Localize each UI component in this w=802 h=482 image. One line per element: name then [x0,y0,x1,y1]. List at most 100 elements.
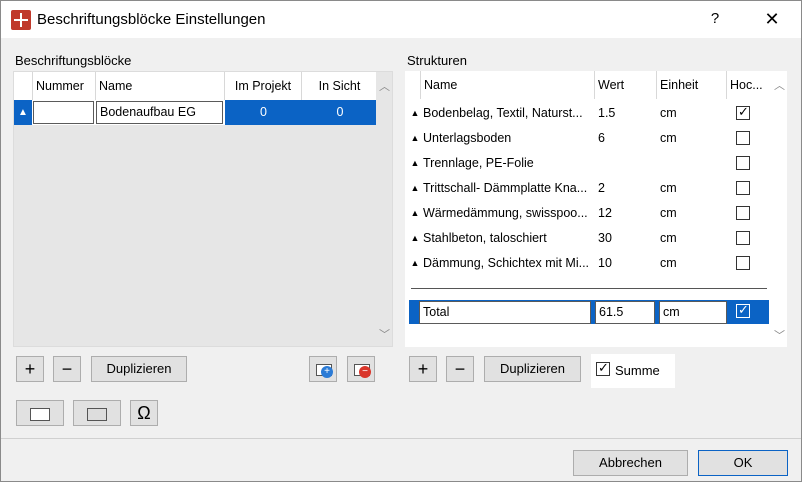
reorder-arrows-icon[interactable]: ▲ [409,151,421,176]
remove-folder-button[interactable]: − [347,356,375,382]
app-logo-icon [11,10,31,30]
column-header-hochgestellt[interactable]: Hoc... [727,71,769,99]
list-item[interactable]: ▲ Stahlbeton, taloschiert 30 cm [405,226,769,251]
cancel-button[interactable]: Abbrechen [573,450,688,476]
plus-badge-icon: + [321,366,333,378]
total-divider [411,288,767,289]
structure-name: Trennlage, PE-Folie [423,156,534,170]
total-row[interactable]: Total 61.5 cm [409,300,769,324]
reorder-arrows-icon[interactable]: ▲ [409,126,421,151]
column-header-in-sicht[interactable]: In Sicht [302,72,378,100]
structure-name: Unterlagsboden [423,131,512,145]
structure-name: Stahlbeton, taloschiert [423,231,547,245]
hochgestellt-checkbox[interactable] [736,231,750,245]
hochgestellt-checkbox[interactable] [736,104,750,120]
title-bar: Beschriftungsblöcke Einstellungen ? ✕ [1,1,801,38]
summe-label: Summe [615,363,660,378]
structure-wert: 2 [598,181,605,195]
summe-toggle[interactable]: Summe [591,354,675,388]
sort-arrows-icon[interactable]: ▲ [14,100,32,125]
list-item[interactable]: ▲ Trittschall- Dämmplatte Kna... 2 cm [405,176,769,201]
scroll-down-icon[interactable]: ﹀ [379,326,390,342]
duplicate-structure-button[interactable]: Duplizieren [484,356,581,382]
scroll-up-icon[interactable]: ︿ [379,78,390,94]
total-wert-field[interactable]: 61.5 [595,301,655,324]
remove-block-button[interactable]: − [53,356,81,382]
summe-checkbox[interactable] [596,360,610,376]
reorder-arrows-icon[interactable]: ▲ [409,176,421,201]
hochgestellt-checkbox[interactable] [736,131,750,145]
beschriftungsbloecke-grid[interactable]: Nummer Name Im Projekt In Sicht ▲ Bodena… [13,71,393,347]
structure-wert: 10 [598,256,612,270]
scroll-up-icon[interactable]: ︿ [774,77,785,93]
nummer-cell[interactable] [33,101,94,124]
header-corner [405,71,421,99]
table-row[interactable]: ▲ Bodenaufbau EG 0 0 [14,100,378,125]
reorder-arrows-icon[interactable]: ▲ [409,251,421,276]
dialog-window: Beschriftungsblöcke Einstellungen ? ✕ Be… [0,0,802,482]
duplicate-block-button[interactable]: Duplizieren [91,356,187,382]
list-item[interactable]: ▲ Dämmung, Schichtex mit Mi... 10 cm [405,251,769,276]
open-folder-icon [30,408,50,421]
list-item[interactable]: ▲ Wärmedämmung, swisspoo... 12 cm [405,201,769,226]
add-block-button[interactable]: + [16,356,44,382]
import-folder-button[interactable]: + [309,356,337,382]
list-item[interactable]: ▲ Bodenbelag, Textil, Naturst... 1.5 cm [405,101,769,126]
list-item[interactable]: ▲ Unterlagsboden 6 cm [405,126,769,151]
column-header-name[interactable]: Name [96,72,225,100]
ok-button[interactable]: OK [698,450,788,476]
structure-einheit: cm [660,106,677,120]
reorder-arrows-icon[interactable]: ▲ [409,101,421,126]
structure-einheit: cm [660,256,677,270]
close-button[interactable]: ✕ [757,5,787,33]
structure-wert: 30 [598,231,612,245]
total-hochgestellt-checkbox[interactable] [736,302,750,318]
save-disk-icon [87,408,107,421]
structure-einheit: cm [660,231,677,245]
remove-structure-button[interactable]: − [446,356,474,382]
hochgestellt-checkbox[interactable] [736,156,750,170]
column-header-wert[interactable]: Wert [595,71,657,99]
structure-name: Dämmung, Schichtex mit Mi... [423,256,590,270]
structure-wert: 6 [598,131,605,145]
reorder-arrows-icon[interactable]: ▲ [409,201,421,226]
strukturen-grid[interactable]: Name Wert Einheit Hoc... ▲ Bodenbelag, T… [405,71,787,347]
in-sicht-cell: 0 [302,100,378,125]
hochgestellt-checkbox[interactable] [736,256,750,270]
structure-name: Wärmedämmung, swisspoo... [423,206,588,220]
list-item[interactable]: ▲ Trennlage, PE-Folie [405,151,769,176]
add-structure-button[interactable]: + [409,356,437,382]
special-character-button[interactable]: Ω [130,400,158,426]
footer-separator [1,438,801,439]
reorder-arrows-icon[interactable]: ▲ [409,226,421,251]
hochgestellt-checkbox[interactable] [736,206,750,220]
column-header-name[interactable]: Name [421,71,595,99]
window-title: Beschriftungsblöcke Einstellungen [37,11,266,28]
structure-wert: 1.5 [598,106,616,120]
structure-wert: 12 [598,206,612,220]
im-projekt-cell: 0 [225,100,302,125]
scroll-down-icon[interactable]: ﹀ [774,327,785,343]
structure-name: Trittschall- Dämmplatte Kna... [423,181,588,195]
vertical-scrollbar[interactable]: ︿ ﹀ [771,71,787,347]
total-einheit-field[interactable]: cm [659,301,727,324]
minus-badge-icon: − [359,366,371,378]
column-header-einheit[interactable]: Einheit [657,71,727,99]
section-label-strukturen: Strukturen [407,53,467,68]
total-name-field[interactable]: Total [419,301,591,324]
vertical-scrollbar[interactable]: ︿ ﹀ [376,72,392,346]
help-button[interactable]: ? [701,5,729,33]
name-cell[interactable]: Bodenaufbau EG [96,101,223,124]
section-label-beschriftungsbloecke: Beschriftungsblöcke [15,53,132,68]
hochgestellt-checkbox[interactable] [736,181,750,195]
grid-header: Nummer Name Im Projekt In Sicht [14,72,378,100]
column-header-im-projekt[interactable]: Im Projekt [225,72,302,100]
grid-header: Name Wert Einheit Hoc... [405,71,769,99]
structure-name: Bodenbelag, Textil, Naturst... [423,106,583,120]
structure-einheit: cm [660,206,677,220]
column-header-nummer[interactable]: Nummer [33,72,96,100]
save-button[interactable] [73,400,121,426]
open-folder-button[interactable] [16,400,64,426]
header-corner [14,72,33,100]
structure-einheit: cm [660,131,677,145]
